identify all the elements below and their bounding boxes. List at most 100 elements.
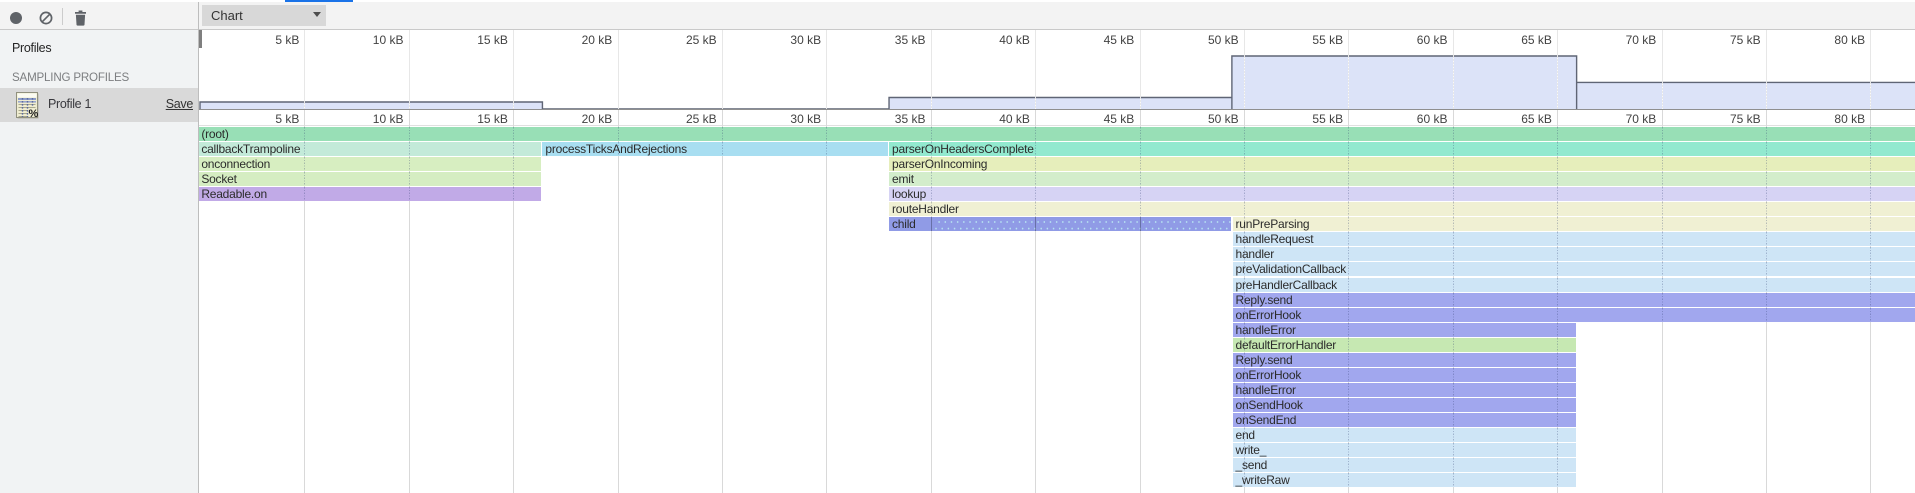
clear-all-profiles-button[interactable] (36, 4, 56, 32)
bar-gridline-tick (304, 127, 305, 141)
flame-frame-handlerequest[interactable]: handleRequest (1233, 232, 1915, 246)
overview-gridline-tick (513, 104, 514, 110)
bar-gridline-tick (1557, 443, 1558, 457)
flame-frame-parseronheaderscomplete[interactable]: parserOnHeadersComplete (889, 142, 1915, 156)
flame-frame-write-[interactable]: write_ (1233, 443, 1576, 457)
flame-frame-routehandler[interactable]: routeHandler (889, 202, 1915, 216)
sidebar-item-profile-1[interactable]: % Profile 1 Save (0, 88, 198, 122)
flame-frame-child[interactable]: child (889, 217, 1231, 231)
bar-gridline-tick (304, 187, 305, 201)
bar-gridline-tick (1348, 398, 1349, 412)
flame-frame-label: parserOnIncoming (892, 157, 987, 172)
flame-tick-label: 30 kB (790, 112, 821, 126)
overview-gridline (618, 30, 619, 109)
bar-gridline-tick (1453, 458, 1454, 472)
flame-frame--send[interactable]: _send (1233, 458, 1576, 472)
view-mode-select[interactable]: Chart (202, 5, 326, 26)
flame-frame-reply-send[interactable]: Reply.send (1233, 293, 1915, 307)
bar-gridline-tick (1453, 428, 1454, 442)
flame-frame-processticksandrejections[interactable]: processTicksAndRejections (542, 142, 887, 156)
flame-frame-runpreparsing[interactable]: runPreParsing (1233, 217, 1915, 231)
overview-tick-label: 35 kB (895, 33, 926, 47)
flame-frame-onerrorhook[interactable]: onErrorHook (1233, 308, 1915, 322)
overview-gridline (826, 30, 827, 109)
flame-frame-label: processTicksAndRejections (545, 142, 686, 157)
bar-gridline-tick (1662, 172, 1663, 186)
flame-frame-readable-on[interactable]: Readable.on (199, 187, 541, 201)
flame-frame-label: _send (1236, 458, 1268, 473)
view-mode-value: Chart (211, 8, 243, 23)
flame-gridline (826, 110, 827, 493)
bar-gridline-tick (1766, 157, 1767, 171)
bar-gridline-tick (1662, 278, 1663, 292)
bar-gridline-tick (409, 142, 410, 156)
flame-frame-onsendend[interactable]: onSendEnd (1233, 413, 1576, 427)
flame-frame-callbacktrampoline[interactable]: callbackTrampoline (199, 142, 541, 156)
flame-frame-handleerror[interactable]: handleError (1233, 383, 1576, 397)
flame-frame-parseronincoming[interactable]: parserOnIncoming (889, 157, 1915, 171)
bar-gridline-tick (931, 127, 932, 141)
bar-gridline-tick (1348, 217, 1349, 231)
flame-frame-prevalidationcallback[interactable]: preValidationCallback (1233, 262, 1915, 276)
bar-gridline-tick (1766, 202, 1767, 216)
overview-tick-label: 45 kB (1104, 33, 1135, 47)
flame-frame-defaulterrorhandler[interactable]: defaultErrorHandler (1233, 338, 1576, 352)
record-button[interactable] (6, 4, 26, 32)
bar-gridline-tick (1870, 172, 1871, 186)
bar-gridline-tick (1870, 157, 1871, 171)
overview-tick-label: 25 kB (686, 33, 717, 47)
bar-gridline-tick (1453, 232, 1454, 246)
flame-frame-socket[interactable]: Socket (199, 172, 541, 186)
overview-gridline (931, 30, 932, 109)
flame-frame-onsendhook[interactable]: onSendHook (1233, 398, 1576, 412)
bar-gridline-tick (1662, 127, 1663, 141)
flame-frame-label: handleError (1236, 383, 1296, 398)
bar-gridline-tick (826, 127, 827, 141)
flame-frame-prehandlercallback[interactable]: preHandlerCallback (1233, 278, 1915, 292)
bar-gridline-tick (1348, 232, 1349, 246)
bar-gridline-tick (1035, 187, 1036, 201)
bar-gridline-tick (1453, 338, 1454, 352)
flame-frame-lookup[interactable]: lookup (889, 187, 1915, 201)
bar-gridline-tick (1035, 142, 1036, 156)
bar-gridline-tick (1766, 127, 1767, 141)
overview-left-grip[interactable] (199, 30, 202, 48)
bar-gridline-tick (513, 157, 514, 171)
flame-frame-handleerror[interactable]: handleError (1233, 323, 1576, 337)
delete-profile-button[interactable] (70, 4, 91, 32)
flame-frame-label: handler (1236, 247, 1275, 262)
flame-frame--root-[interactable]: (root) (199, 127, 1915, 141)
flame-chart[interactable]: 5 kB5 kB10 kB10 kB15 kB15 kB20 kB20 kB25… (199, 30, 1915, 493)
flame-frame-end[interactable]: end (1233, 428, 1576, 442)
flame-frame--writeraw[interactable]: _writeRaw (1233, 473, 1576, 487)
overview-gridline-tick (304, 104, 305, 110)
overview-tick-label: 65 kB (1521, 33, 1552, 47)
flame-frame-onconnection[interactable]: onconnection (199, 157, 541, 171)
bar-gridline-tick (1140, 157, 1141, 171)
bar-gridline-tick (1348, 338, 1349, 352)
flame-frame-emit[interactable]: emit (889, 172, 1915, 186)
bar-gridline-tick (304, 157, 305, 171)
flame-frame-label: onErrorHook (1236, 308, 1302, 323)
flame-frame-onerrorhook[interactable]: onErrorHook (1233, 368, 1576, 382)
bar-gridline-tick (1244, 127, 1245, 141)
flame-frame-reply-send[interactable]: Reply.send (1233, 353, 1576, 367)
flame-tick-label: 15 kB (477, 112, 508, 126)
flame-tick-label: 40 kB (999, 112, 1030, 126)
overview-gridline-tick (1035, 99, 1036, 109)
bar-gridline-tick (1453, 262, 1454, 276)
bar-gridline-tick (1766, 308, 1767, 322)
trash-icon (74, 10, 87, 26)
bar-gridline-tick (1348, 247, 1349, 261)
flame-tick-label: 25 kB (686, 112, 717, 126)
bar-gridline-tick (1557, 232, 1558, 246)
bar-gridline-tick (1557, 398, 1558, 412)
save-profile-link[interactable]: Save (166, 97, 193, 111)
bar-gridline-tick (1453, 413, 1454, 427)
flame-frame-label: callbackTrampoline (201, 142, 300, 157)
bar-gridline-tick (1662, 232, 1663, 246)
bar-gridline-tick (1244, 142, 1245, 156)
bar-gridline-tick (1662, 157, 1663, 171)
bar-gridline-tick (1348, 323, 1349, 337)
flame-frame-handler[interactable]: handler (1233, 247, 1915, 261)
